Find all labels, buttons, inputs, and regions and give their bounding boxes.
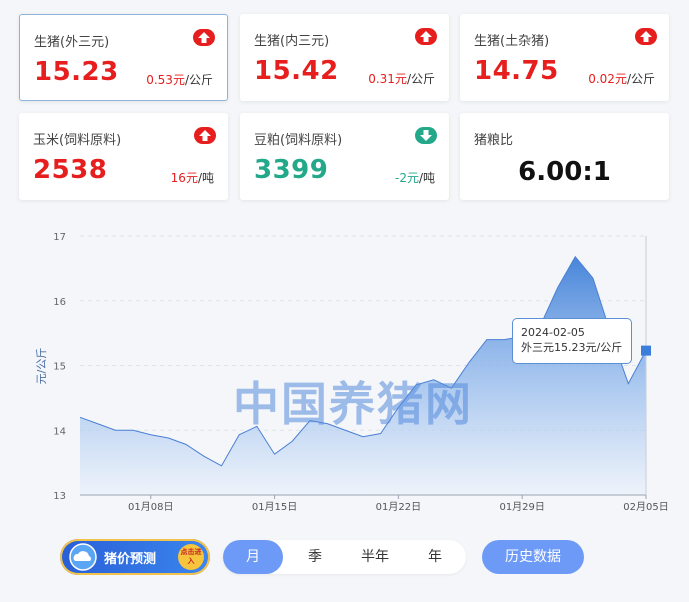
y-axis-label: 元/公斤 (35, 348, 48, 385)
y-tick-label: 15 (53, 362, 66, 373)
down-arrow-icon (415, 127, 437, 144)
card-price: 15.42 (254, 56, 339, 86)
x-tick-label: 02月05日 (623, 501, 668, 513)
tab-half-year[interactable]: 半年 (345, 540, 405, 574)
y-tick-label: 16 (53, 297, 66, 308)
card-name: 生猪(土杂猪) (474, 34, 550, 49)
tooltip-date: 2024-02-05 (521, 326, 585, 339)
x-tick-label: 01月15日 (252, 501, 297, 513)
card-price: 2538 (33, 155, 108, 185)
promo-seal: 点击进入 (178, 544, 204, 570)
card-change: -2元/吨 (394, 171, 435, 185)
card-name: 猪粮比 (474, 133, 514, 148)
card-change: 0.02元/公斤 (588, 72, 655, 86)
card-change: 0.53元/公斤 (146, 73, 213, 87)
x-tick-label: 01月22日 (376, 501, 421, 513)
period-selector: 月 季 半年 年 (223, 540, 466, 574)
x-tick-label: 01月08日 (128, 501, 173, 513)
card-name: 豆粕(饲料原料) (254, 133, 343, 148)
tooltip-label: 外三元15.23元/公斤 (521, 341, 623, 354)
up-arrow-icon (194, 127, 216, 144)
up-arrow-icon (193, 29, 215, 46)
up-arrow-icon (415, 28, 437, 45)
tab-quarter[interactable]: 季 (285, 540, 345, 574)
up-arrow-icon (635, 28, 657, 45)
history-data-button[interactable]: 历史数据 (482, 540, 584, 574)
card-ratio: 6.00:1 (518, 157, 611, 187)
card-price: 14.75 (474, 56, 559, 86)
watermark: 中国养猪网 (233, 377, 473, 431)
card-name: 生猪(外三元) (34, 35, 110, 50)
card-price: 3399 (254, 155, 329, 185)
promo-label: 猪价预测 (104, 552, 157, 567)
card-name: 玉米(饲料原料) (33, 133, 122, 148)
cloud-icon (66, 543, 100, 575)
card-change: 0.31元/公斤 (368, 72, 435, 86)
price-card-inner-three[interactable]: 生猪(内三元) 15.42 0.31元/公斤 (240, 14, 449, 101)
price-card-outer-three[interactable]: 生猪(外三元) 15.23 0.53元/公斤 (19, 14, 228, 101)
price-card-soymeal[interactable]: 豆粕(饲料原料) 3399 -2元/吨 (240, 113, 449, 200)
price-card-pig-grain-ratio[interactable]: 猪粮比 6.00:1 (460, 113, 669, 200)
tab-month[interactable]: 月 (223, 540, 283, 574)
price-forecast-button[interactable]: 猪价预测 点击进入 (60, 539, 210, 575)
price-card-mixed[interactable]: 生猪(土杂猪) 14.75 0.02元/公斤 (460, 14, 669, 101)
y-tick-label: 13 (53, 491, 66, 502)
chart-tooltip: 2024-02-05 外三元15.23元/公斤 (512, 318, 632, 364)
card-name: 生猪(内三元) (254, 34, 330, 49)
y-tick-label: 17 (53, 232, 66, 243)
card-change: 16元/吨 (170, 171, 214, 185)
x-tick-label: 01月29日 (499, 501, 544, 513)
y-tick-label: 14 (53, 426, 66, 437)
hover-point (641, 345, 651, 356)
price-card-corn[interactable]: 玉米(饲料原料) 2538 16元/吨 (19, 113, 228, 200)
card-price: 15.23 (34, 57, 119, 87)
tab-year[interactable]: 年 (405, 540, 465, 574)
